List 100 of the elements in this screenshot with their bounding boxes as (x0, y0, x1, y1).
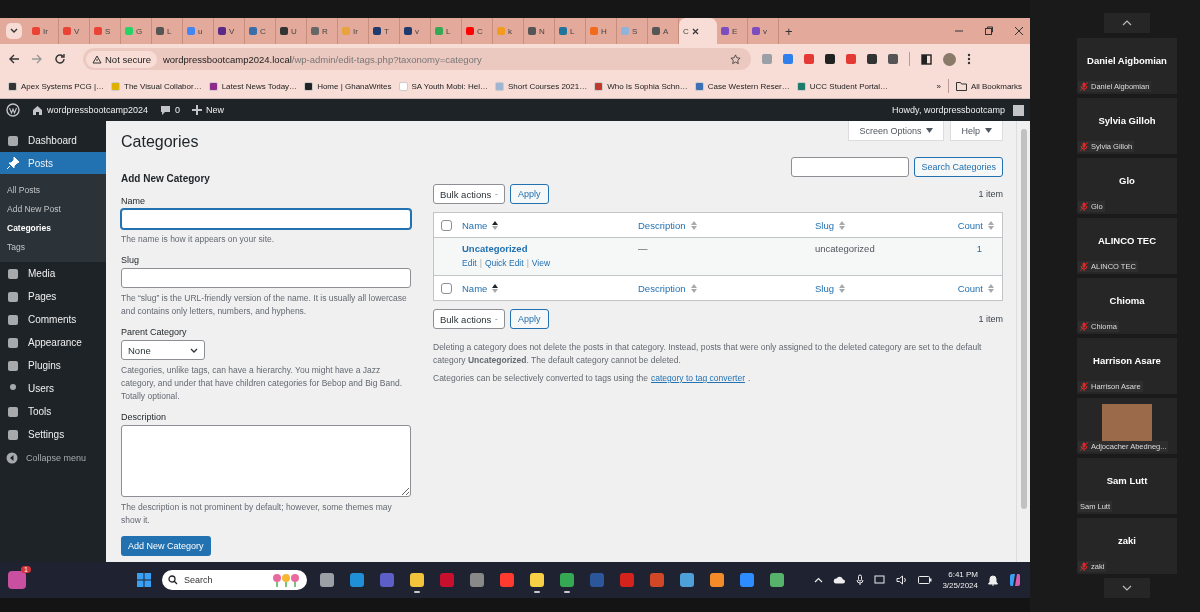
screen-options-button[interactable]: Screen Options (848, 121, 945, 141)
taskbar-search-field[interactable]: Search (162, 570, 307, 590)
menu-item[interactable]: Settings (0, 423, 106, 446)
menu-item[interactable]: Pages (0, 285, 106, 308)
browser-tab[interactable]: S (617, 18, 648, 44)
participant-name: Daniel Aigbomian (1087, 54, 1167, 66)
browser-tab[interactable]: E (717, 18, 748, 44)
column-header-link[interactable]: Slug (815, 282, 915, 294)
parent-category-select[interactable]: None (121, 340, 205, 360)
menu-item[interactable]: Media (0, 262, 106, 285)
submenu-item[interactable]: Tags (0, 237, 106, 256)
item-count: 1 item (978, 189, 1003, 199)
column-header-link[interactable]: Description (638, 282, 815, 294)
apply-button[interactable]: Apply (510, 184, 549, 204)
search-categories-button[interactable]: Search Categories (914, 157, 1003, 177)
new-tab-button[interactable]: + (785, 23, 793, 39)
browser-tab[interactable]: v (400, 18, 431, 44)
bookmark-item[interactable]: SA Youth Mobi: Hel… (398, 81, 489, 91)
clock-date[interactable]: 3/25/2024 (942, 580, 978, 591)
apply-button[interactable]: Apply (510, 309, 549, 329)
browser-tab[interactable]: N (524, 18, 555, 44)
post-number-link[interactable]: 1 (976, 243, 994, 254)
column-header-link[interactable]: Description (638, 219, 815, 231)
hint-text: The name is how it appears on your site. (121, 233, 276, 246)
info-paragraph: Deleting a category does not delete the posts in that category. Instead, posts that were only assigned to the deleted category are set to the default category Uncategorized. The default category cannot be deleted. (433, 341, 983, 367)
menu-item[interactable]: Users (0, 377, 106, 400)
bookmark-item[interactable]: UCC Student Portal… (796, 81, 889, 91)
bookmark-item[interactable]: Case Western Reser… (694, 81, 790, 91)
table-cell-text: uncategorized (815, 243, 876, 254)
hint-text: The description is not prominent by default; however, some themes may show it. (121, 501, 393, 527)
bookmark-item[interactable]: Latest News Today… (208, 81, 298, 91)
hint-text: Categories, unlike tags, can have a hierarchy. You might have a Jazz category, and under that have children categories for Bebop and Big Band. Totally optional. (121, 364, 403, 403)
browser-tab[interactable]: S (90, 18, 121, 44)
menu-item[interactable]: Comments (0, 308, 106, 331)
column-header-link[interactable]: Name (462, 282, 638, 294)
submenu-item[interactable]: Add New Post (0, 199, 106, 218)
column-header-link[interactable]: Count (915, 282, 1002, 294)
collapse-menu-button[interactable]: Collapse menu (0, 446, 106, 469)
help-button[interactable]: Help (950, 121, 1003, 141)
menu-item[interactable]: Dashboard (0, 129, 106, 152)
browser-tab[interactable]: R (307, 18, 338, 44)
site-name-link[interactable]: wordpressbootcamp2024 (32, 105, 149, 115)
browser-tab[interactable]: C (679, 18, 717, 44)
menu-item[interactable]: Appearance (0, 331, 106, 354)
separator-text: | (479, 258, 482, 268)
menu-item[interactable]: Posts (0, 152, 106, 174)
browser-tab[interactable]: G (121, 18, 152, 44)
column-header-link[interactable]: Count (915, 219, 1002, 231)
field-label: Parent Category (121, 327, 188, 337)
browser-tab[interactable]: T (369, 18, 400, 44)
browser-tab[interactable]: H (586, 18, 617, 44)
bookmark-item[interactable]: Who Is Sophia Schn… (594, 81, 688, 91)
bulk-actions-select[interactable]: Bulk actions (433, 309, 505, 329)
bookmark-item[interactable]: The Visual Collabor… (111, 81, 202, 91)
new-content-link[interactable]: New (192, 105, 225, 115)
category-name-link[interactable]: Uncategorized (462, 243, 638, 254)
row-action-link[interactable]: Quick Edit (484, 258, 524, 268)
field-label: Slug (121, 255, 140, 265)
add-new-category-button[interactable]: Add New Category (121, 536, 211, 556)
participant-name: Sam Lutt (1106, 474, 1148, 486)
browser-tab[interactable]: L (431, 18, 462, 44)
more-bookmarks-button[interactable]: » (936, 81, 941, 91)
security-chip[interactable]: Not secure (86, 50, 157, 68)
browser-tab[interactable]: L (555, 18, 586, 44)
bulk-actions-select[interactable]: Bulk actions (433, 184, 505, 204)
browser-tab[interactable]: C (462, 18, 493, 44)
converter-link[interactable]: category to tag converter (651, 372, 746, 385)
browser-tab[interactable]: L (152, 18, 183, 44)
row-action-link[interactable]: View (531, 258, 551, 268)
browser-tab[interactable]: V (214, 18, 245, 44)
browser-tab[interactable]: k (493, 18, 524, 44)
address-bar[interactable]: Not secure wordpressbootcamp2024.local/wp-admin/edit-tags.php?taxonomy=category (83, 48, 751, 70)
bookmark-item[interactable]: Short Courses 2021… (495, 81, 588, 91)
bookmark-item[interactable]: Apex Systems PCG |… (8, 81, 104, 91)
browser-tab[interactable]: Ir (28, 18, 59, 44)
participant-name: Harrison Asare (1093, 354, 1161, 366)
bookmark-item[interactable]: Home | GhanaWrites (304, 81, 392, 91)
field-label: Name (121, 196, 146, 206)
account-menu[interactable]: Howdy, wordpressbootcamp (892, 104, 1024, 116)
browser-tab[interactable]: U (276, 18, 307, 44)
row-action-link[interactable]: Edit (462, 258, 477, 268)
browser-tab[interactable]: V (59, 18, 90, 44)
field-label: Description (121, 412, 168, 422)
browser-tab[interactable]: v (748, 18, 779, 44)
browser-tab[interactable]: C (245, 18, 276, 44)
clock-time[interactable]: 6:41 PM (948, 569, 978, 580)
column-header-link[interactable]: Name (462, 219, 638, 231)
participant-name: Sylvia Gilloh (1098, 114, 1156, 126)
column-header-link[interactable]: Slug (815, 219, 915, 231)
submenu-item[interactable]: Categories (0, 218, 106, 237)
browser-tab[interactable]: u (183, 18, 214, 44)
item-count: 1 item (978, 314, 1003, 324)
participant-name: Chioma (1109, 294, 1145, 306)
menu-item[interactable]: Plugins (0, 354, 106, 377)
browser-tab[interactable]: Ir (338, 18, 369, 44)
period-text: . (748, 372, 751, 385)
all-bookmarks-button[interactable]: All Bookmarks (955, 81, 1022, 91)
menu-item[interactable]: Tools (0, 400, 106, 423)
submenu-item[interactable]: All Posts (0, 180, 106, 199)
comments-link[interactable]: 0 (160, 105, 181, 115)
